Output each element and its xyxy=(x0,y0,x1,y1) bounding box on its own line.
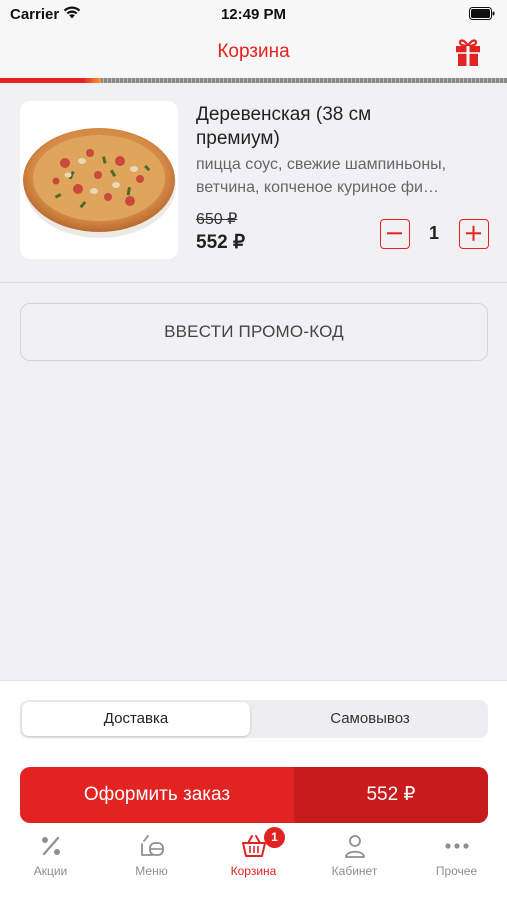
tab-label: Меню xyxy=(135,864,168,878)
menu-icon xyxy=(141,835,164,856)
pickup-option[interactable]: Самовывоз xyxy=(254,702,486,736)
cart-item: Деревенская (38 см премиум) пицца соус, … xyxy=(0,83,507,283)
battery-icon xyxy=(469,7,495,20)
quantity-decrease-button[interactable] xyxy=(380,219,410,249)
status-bar: Carrier 12:49 PM xyxy=(0,0,507,30)
gift-icon[interactable] xyxy=(454,36,482,68)
tab-menu[interactable]: Меню xyxy=(101,825,202,900)
tab-label: Прочее xyxy=(435,864,478,878)
minus-icon xyxy=(387,232,402,235)
item-name: Деревенская (38 см премиум) xyxy=(196,104,372,149)
status-time: 12:49 PM xyxy=(220,6,287,23)
checkout-total: 552 ₽ xyxy=(294,767,488,823)
checkout-button[interactable]: Оформить заказ 552 ₽ xyxy=(20,767,488,823)
percent-icon xyxy=(42,836,60,856)
item-old-price: 650 ₽ xyxy=(196,211,238,228)
delivery-option[interactable]: Доставка xyxy=(22,702,250,736)
pizza-image xyxy=(20,101,178,259)
tab-account[interactable]: Кабинет xyxy=(304,825,405,900)
more-icon xyxy=(445,843,469,849)
quantity-increase-button[interactable] xyxy=(459,219,489,249)
nav-bar: Корзина xyxy=(0,30,507,78)
item-description: пицца соус, свежие шампиньоны, ветчина, … xyxy=(196,156,447,196)
tab-label: Акции xyxy=(33,864,68,878)
cart-badge: 1 xyxy=(264,827,285,848)
tab-cart[interactable]: 1 Корзина xyxy=(203,825,304,900)
quantity-value: 1 xyxy=(428,223,439,243)
plus-icon xyxy=(466,225,481,241)
checkout-label: Оформить заказ xyxy=(83,784,231,805)
tab-promotions[interactable]: Акции xyxy=(0,825,101,900)
tab-label: Кабинет xyxy=(331,864,378,878)
bottom-panel: Доставка Самовывоз Оформить заказ 552 ₽ … xyxy=(0,680,507,900)
user-icon xyxy=(345,835,365,858)
tab-more[interactable]: Прочее xyxy=(406,825,507,900)
item-price: 552 ₽ xyxy=(196,232,246,253)
order-type-switch: Доставка Самовывоз xyxy=(20,700,488,738)
tab-label: Корзина xyxy=(230,864,277,878)
page-title: Корзина xyxy=(217,41,290,62)
tab-bar: Акции Меню 1 Корзина Кабинет Прочее xyxy=(0,825,507,900)
promo-code-button[interactable]: ВВЕСТИ ПРОМО-КОД xyxy=(20,303,488,361)
